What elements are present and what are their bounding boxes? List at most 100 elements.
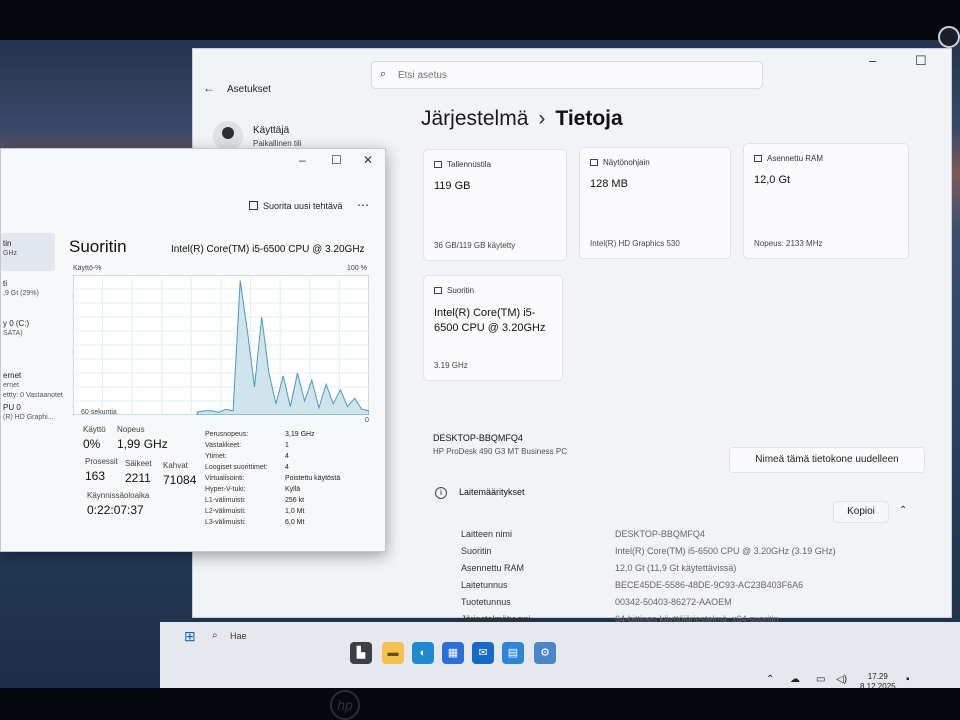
minimize-icon[interactable]: – [869,53,876,68]
maximize-icon[interactable]: ☐ [915,53,927,69]
storage-sub: 36 GB/119 GB käytetty [434,241,516,250]
cpu-detail-value: 3,19 GHz [285,431,315,438]
sidebar-item-cpu[interactable]: tin GHz [1,233,55,271]
cpu-detail-row: Ytimet: 4 [205,453,365,463]
graph-label-zero: 0 [365,417,369,424]
uptime-value: 0:22:07:37 [87,503,144,517]
spec-row: Asennettu RAM 12,0 Gt (11,9 Gt käytettävi… [461,563,931,579]
taskview-icon[interactable]: ▙ [350,642,372,664]
search-icon: ⌕ [212,630,218,641]
avatar [213,121,243,151]
breadcrumb-parent[interactable]: Järjestelmä [421,107,528,130]
gpu-label: Näytönohjain [603,158,650,167]
cpu-detail-key: Ytimet: [205,453,227,460]
storage-label: Tallennustila [447,160,492,169]
cpu-detail-value: Poistettu käytöstä [285,475,341,482]
ram-value: 12,0 Gt [754,174,791,186]
gpu-sub: Intel(R) HD Graphics 530 [590,239,680,248]
cpu-detail-row: Virtualisointi: Poistettu käytöstä [205,475,365,485]
chevron-up-icon[interactable]: ⌃ [766,674,774,685]
settings-icon[interactable]: ⚙ [534,642,556,664]
uptime-label: Käynnissäoloaika [87,491,150,500]
ram-icon [754,155,762,162]
close-icon[interactable]: ✕ [363,153,373,167]
spec-key: Laitetunnus [461,580,508,590]
network-icon[interactable]: ▭ [816,674,825,685]
breadcrumb: Järjestelmä › Tietoja [421,107,623,131]
spec-row: Laitteen nimi DESKTOP-BBQMFQ4 [461,529,931,545]
volume-icon[interactable]: ◁) [836,674,847,685]
cloud-icon[interactable]: ☁ [790,674,800,685]
taskbar-search-label: Hae [230,631,247,641]
hp-logo: hp [330,690,360,720]
taskbar: ⊞ ⌕ Hae ▙ ▬ ◐ ▦ ✉ ▤ ⚙ ⌃ ☁ ▭ ◁) 17.29 8.1… [160,622,960,691]
maximize-icon[interactable]: ☐ [331,153,342,167]
file-explorer-icon[interactable]: ▬ [382,642,404,664]
settings-search-box[interactable]: ⌕ [371,61,763,89]
pc-model: HP ProDesk 490 G3 MT Business PC [433,447,567,456]
ram-card[interactable]: Asennettu RAM 12,0 Gt Nopeus: 2133 MHz [743,143,909,259]
store-icon[interactable]: ▦ [442,642,464,664]
notifications-icon[interactable]: ▪ [906,674,910,685]
spec-row: Suoritin Intel(R) Core(TM) i5-6500 CPU @ … [461,546,931,562]
outlook-icon[interactable]: ✉ [472,642,494,664]
cpu-detail-key: Perusnopeus: [205,431,249,438]
windows-start-icon[interactable]: ⊞ [184,628,196,645]
user-account-type: Paikallinen tili [253,139,302,148]
handles-label: Kahvat [163,461,188,470]
gpu-card[interactable]: Näytönohjain 128 MB Intel(R) HD Graphics… [579,147,731,259]
cpu-detail-key: L2-välimuisti: [205,508,246,515]
spec-value: DESKTOP-BBQMFQ4 [615,529,705,539]
handles-value: 71084 [163,473,197,487]
cpu-detail-value: Kyllä [285,486,301,493]
rename-pc-button[interactable]: Nimeä tämä tietokone uudelleen [729,447,925,473]
ram-label: Asennettu RAM [767,154,824,163]
specs-title: Laitemääritykset [459,487,525,497]
user-name: Käyttäjä [253,125,290,136]
cpu-detail-key: Virtualisointi: [205,475,245,482]
usage-value: 0% [83,437,101,451]
cpu-detail-row: L2-välimuisti: 1,0 Mt [205,508,365,518]
storage-icon [434,161,442,168]
cpu-detail-row: Loogiset suorittimet: 4 [205,464,365,474]
graph-label-max: 100 % [347,265,367,272]
cpu-sub: 3.19 GHz [434,361,468,370]
spec-key: Asennettu RAM [461,563,525,573]
taskbar-search[interactable]: ⌕ Hae [212,628,332,646]
cpu-heading: Suoritin [69,237,127,256]
more-options-icon[interactable]: ⋯ [357,198,369,212]
monitor-bezel-bottom [0,688,960,720]
spec-key: Suoritin [461,546,492,556]
edge-icon[interactable]: ◐ [412,642,434,664]
gpu-value: 128 MB [590,178,628,190]
minimize-icon[interactable]: – [299,153,306,167]
chevron-up-icon[interactable]: ⌃ [899,505,907,516]
cpu-card[interactable]: Suoritin Intel(R) Core(TM) i5-6500 CPU @… [423,275,563,381]
sidebar-item-memory[interactable]: ti ,9 Gt (29%) [1,279,55,299]
sidebar-item-gpu[interactable]: PU 0 (R) HD Graphi... [1,403,63,423]
cpu-icon [434,287,442,294]
spec-key: Tuotetunnus [461,597,511,607]
sidebar-item-disk[interactable]: y 0 (C:) SATA) [1,319,55,339]
circle-icon [938,26,960,48]
cpu-detail-value: 256 kt [285,497,305,504]
spec-key: Laitteen nimi [461,529,513,539]
device-specs-section: i Laitemääritykset Kopioi ⌃ Laitteen nimi… [421,477,921,641]
processes-label: Prosessit [85,457,118,466]
clock-time: 17.29 [867,672,888,681]
info-icon: i [435,487,447,499]
run-new-task-button[interactable]: Suorita uusi tehtävä [249,201,343,211]
copy-button[interactable]: Kopioi [833,501,889,523]
photos-icon[interactable]: ▤ [502,642,524,664]
cpu-detail-row: Hyper-V-tuki: Kyllä [205,486,365,496]
settings-search-input[interactable] [398,67,738,83]
storage-card[interactable]: Tallennustila 119 GB 36 GB/119 GB käytet… [423,149,567,261]
cpu-detail-value: 6,0 Mt [285,519,305,526]
back-arrow-icon[interactable]: ← [203,81,215,95]
search-icon: ⌕ [380,68,387,80]
breadcrumb-current: Tietoja [555,107,623,130]
breadcrumb-separator: › [538,107,546,130]
performance-sidebar: tin GHz ti ,9 Gt (29%) y 0 (C:) SATA) ernet… [1,229,63,549]
spec-value: 00342-50403-86272-AAOEM [615,597,732,607]
usage-label: Käyttö [83,425,106,434]
